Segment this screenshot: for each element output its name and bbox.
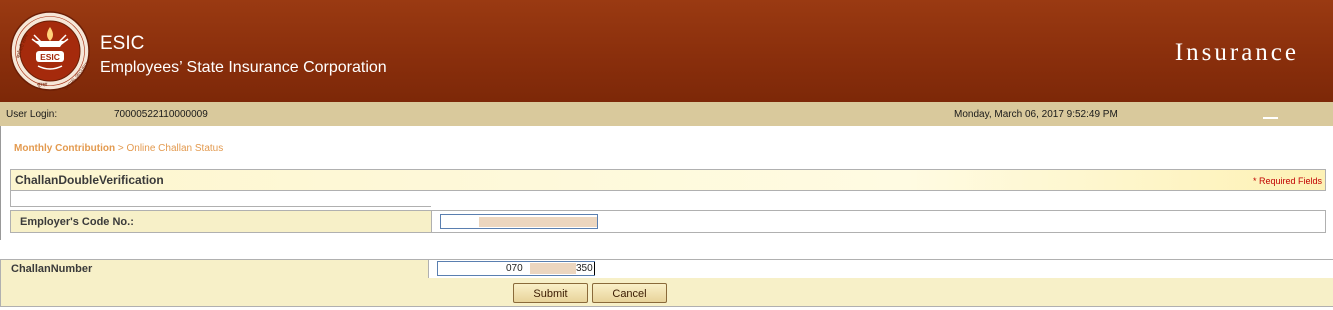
submit-button[interactable]: Submit: [513, 283, 588, 303]
required-fields-note: * Required Fields: [1252, 176, 1322, 186]
user-login-label: User Login:: [6, 109, 58, 120]
challan-label-cell: ChallanNumber: [1, 260, 429, 278]
minimize-icon[interactable]: [1263, 117, 1278, 119]
org-abbreviation: ESIC: [100, 33, 145, 54]
datetime: Monday, March 06, 2017 9:52:49 PM: [954, 109, 1118, 120]
header-banner: ESIC कर्मचारी राज्य सुरक्षा SOCIAL SECUR…: [0, 0, 1333, 102]
breadcrumb-separator: >: [117, 143, 124, 154]
challan-value-suffix: 350: [576, 263, 593, 274]
employer-code-label: Employer's Code No.:: [20, 216, 134, 228]
breadcrumb: Monthly Contribution > Online Challan St…: [14, 143, 223, 154]
challan-number-input[interactable]: 070 350: [437, 261, 595, 276]
esic-logo: ESIC कर्मचारी राज्य सुरक्षा SOCIAL SECUR…: [10, 11, 90, 91]
logo-ring-bottom: सुरक्षा: [37, 82, 48, 88]
challan-number-label: ChallanNumber: [11, 263, 93, 275]
challan-number-row: ChallanNumber 070 350: [0, 259, 1333, 279]
employer-code-redaction: [479, 217, 597, 227]
challan-value-prefix: 070: [506, 263, 523, 274]
text-caret: [594, 262, 595, 275]
section-title: ChallanDoubleVerification: [15, 173, 164, 187]
insurance-brand: Insurance: [1174, 39, 1299, 66]
breadcrumb-parent-link[interactable]: Monthly Contribution: [14, 143, 115, 154]
challan-redaction: [530, 263, 576, 274]
employer-code-input[interactable]: [440, 214, 598, 229]
user-info-bar: User Login: 70000522110000009 Monday, Ma…: [0, 102, 1333, 126]
user-login-value: 70000522110000009: [114, 109, 208, 120]
blank-row: [10, 190, 431, 207]
org-name: Employees’ State Insurance Corporation: [100, 59, 387, 76]
employer-code-label-cell: Employer's Code No.:: [11, 211, 432, 232]
section-header: ChallanDoubleVerification * Required Fie…: [10, 169, 1326, 191]
cancel-button[interactable]: Cancel: [592, 283, 667, 303]
logo-text: ESIC: [40, 52, 60, 62]
content-border: [0, 126, 1, 240]
button-row: Submit Cancel: [0, 278, 1333, 307]
breadcrumb-current: Online Challan Status: [126, 143, 224, 154]
employer-code-row: Employer's Code No.:: [10, 210, 1326, 233]
